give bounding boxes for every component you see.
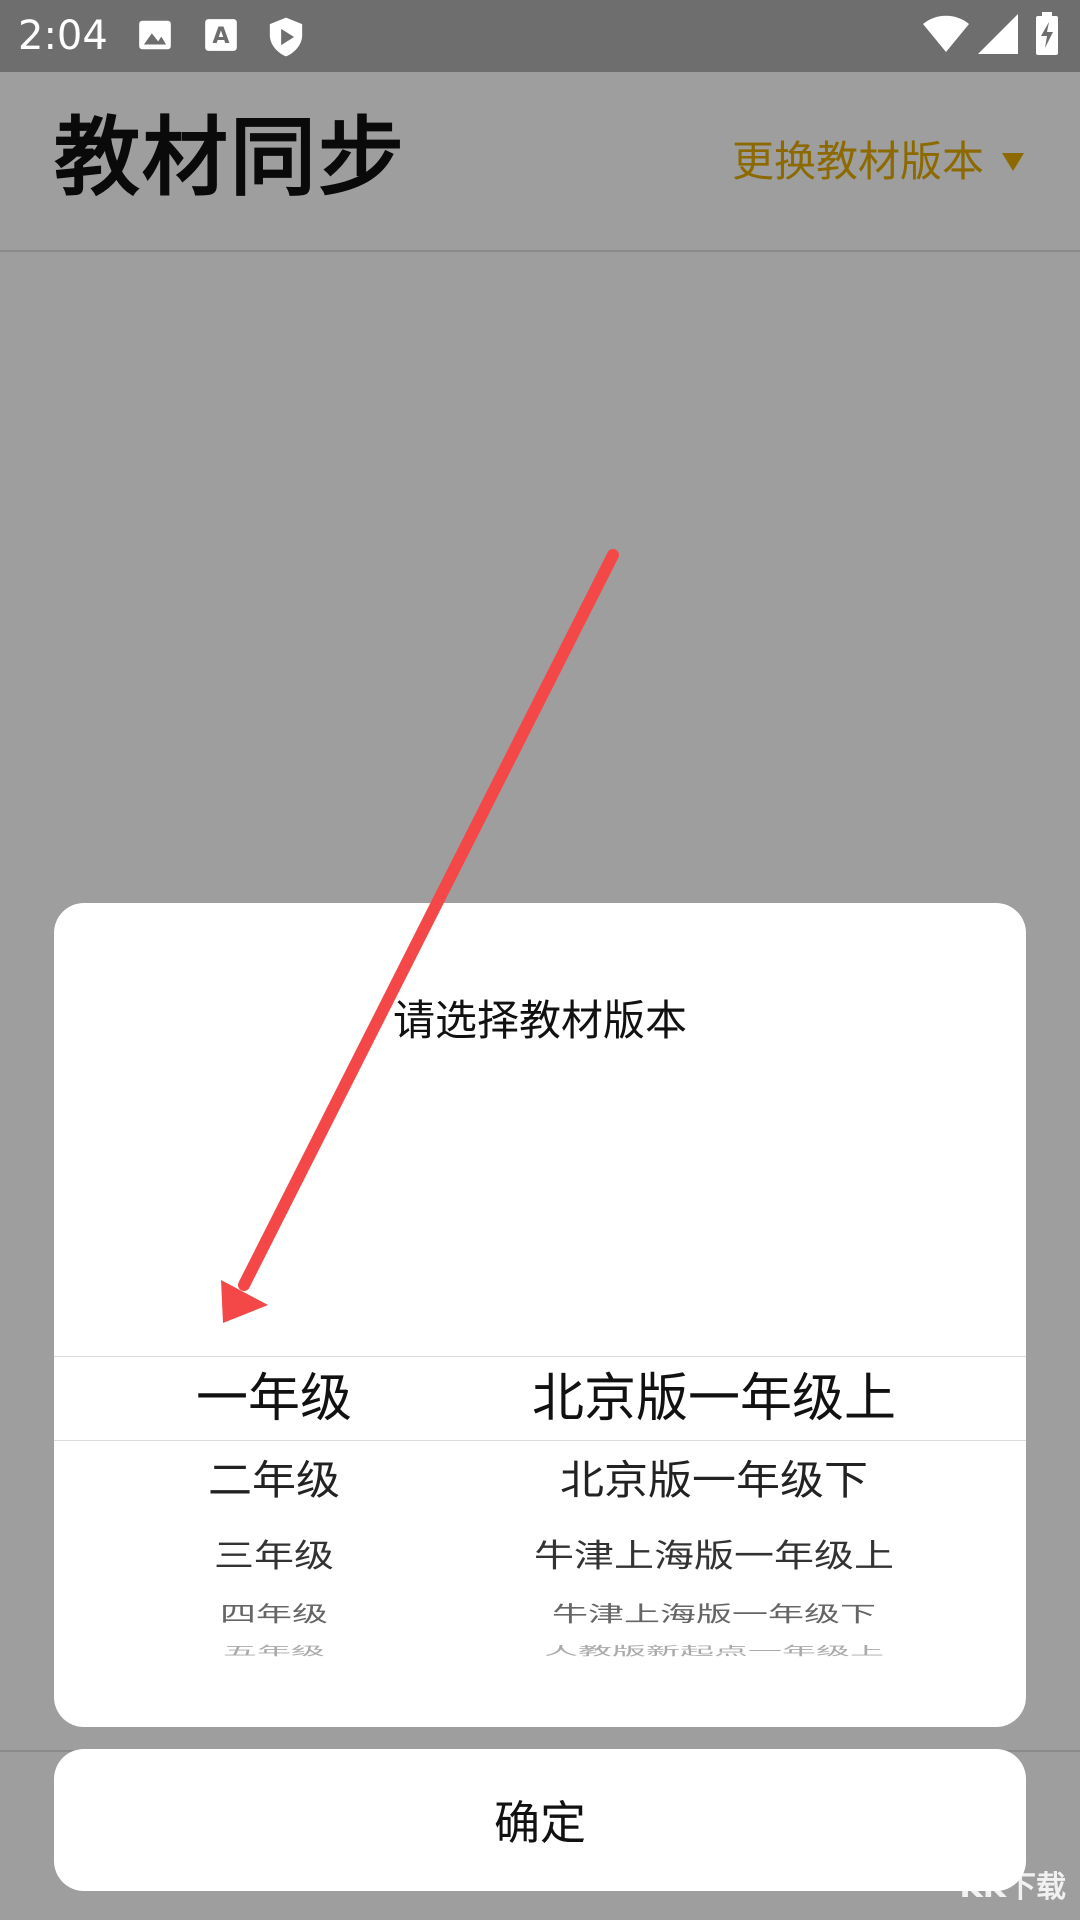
grade-picker[interactable]: 一年级 二年级 三年级 四年级 五年级 [114, 903, 434, 1727]
signal-icon [978, 14, 1018, 54]
version-option[interactable]: 牛津上海版一年级上 [434, 1536, 994, 1576]
grade-option[interactable]: 五年级 [114, 1644, 434, 1658]
grade-option[interactable]: 三年级 [114, 1536, 434, 1576]
grade-option[interactable]: 四年级 [114, 1602, 434, 1628]
dropdown-triangle-icon [1002, 153, 1024, 171]
change-version-label: 更换教材版本 [731, 137, 984, 186]
battery-icon [1036, 12, 1058, 55]
version-picker[interactable]: 北京版一年级上 北京版一年级下 牛津上海版一年级上 牛津上海版一年级下 人教版新… [434, 903, 994, 1727]
status-time: 2:04 [18, 13, 108, 59]
page-title: 教材同步 [54, 108, 406, 208]
svg-text:A: A [212, 23, 230, 49]
version-picker-dialog: 请选择教材版本 一年级 二年级 三年级 四年级 五年级 北京版一年级上 北京版一… [54, 903, 1026, 1727]
version-option[interactable]: 北京版一年级上 [434, 1366, 994, 1432]
text-a-icon: A [205, 19, 237, 51]
app-header: 教材同步 更换教材版本 [0, 72, 1080, 252]
shield-play-icon [269, 17, 303, 57]
confirm-button[interactable]: 确定 [54, 1749, 1026, 1891]
grade-option[interactable]: 二年级 [114, 1455, 434, 1507]
image-icon [139, 20, 171, 50]
grade-option[interactable]: 一年级 [114, 1366, 434, 1432]
version-option[interactable]: 北京版一年级下 [434, 1455, 994, 1507]
change-version-button[interactable]: 更换教材版本 [732, 134, 1024, 190]
version-option[interactable]: 人教版新起点一年级上 [434, 1644, 994, 1658]
version-option[interactable]: 牛津上海版一年级下 [434, 1602, 994, 1628]
wifi-icon [923, 15, 969, 52]
status-bar: 2:04 A [0, 0, 1080, 72]
watermark-logo: KK下载 [959, 1870, 1067, 1905]
